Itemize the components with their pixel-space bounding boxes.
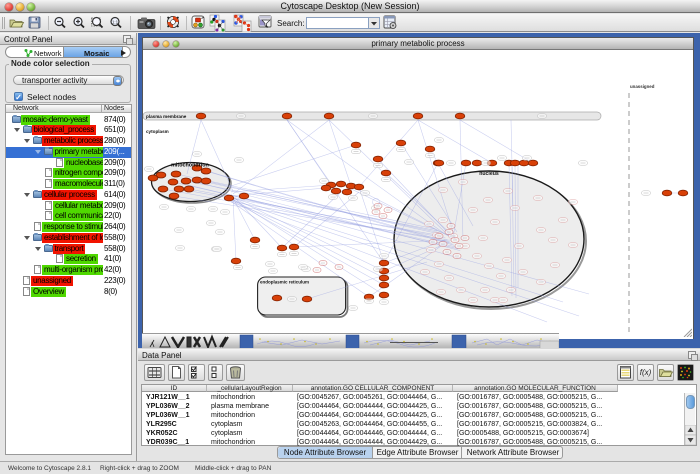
svg-text:Search:: Search: [277,19,305,28]
svg-text:cytoplasm: cytoplasm [146,129,169,134]
svg-text:nucleus: nucleus [479,171,499,177]
svg-text:1:1: 1:1 [112,20,119,25]
svg-text:plasma membrane: plasma membrane [146,114,187,119]
svg-text:endoplasmic reticulum: endoplasmic reticulum [260,280,309,285]
svg-text:unassigned: unassigned [630,84,655,89]
svg-text:mitochondrion: mitochondrion [171,163,209,169]
